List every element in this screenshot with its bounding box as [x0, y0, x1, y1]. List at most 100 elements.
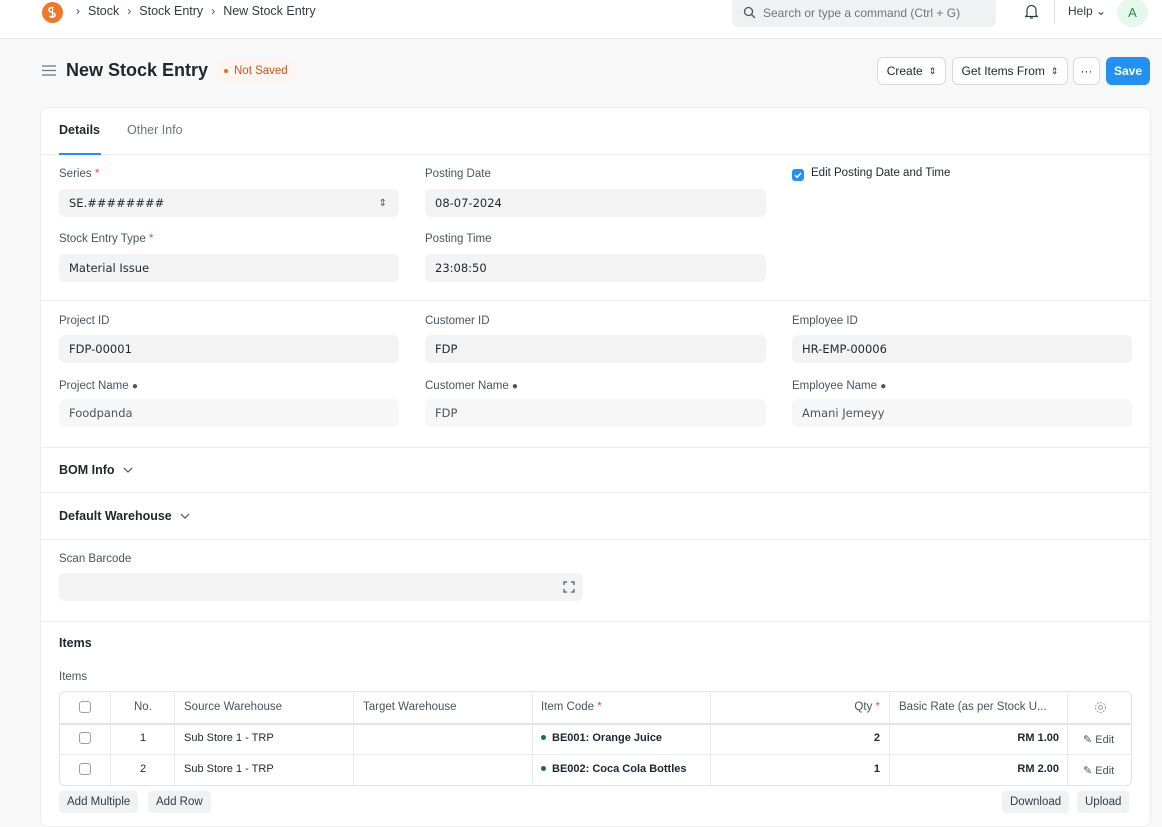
- app-logo[interactable]: [42, 2, 63, 23]
- breadcrumb-new-stock-entry[interactable]: New Stock Entry: [223, 4, 315, 18]
- breadcrumb-stock-entry[interactable]: Stock Entry: [139, 4, 203, 18]
- row-basic-rate[interactable]: RM 1.00: [899, 732, 1059, 744]
- customer-name-label: Customer Name ●: [425, 380, 518, 392]
- save-button[interactable]: Save: [1106, 57, 1150, 85]
- breadcrumb-stock[interactable]: Stock: [88, 4, 119, 18]
- employee-name-field: Amani Jemeyy: [792, 399, 1132, 427]
- item-status-dot: [541, 735, 546, 740]
- entry-type-label: Stock Entry Type *: [59, 233, 153, 245]
- sidebar-toggle-icon[interactable]: [42, 65, 56, 79]
- col-item-code: Item Code *: [541, 701, 602, 713]
- row-item-code[interactable]: BE001: Orange Juice: [541, 732, 662, 744]
- edit-posting-label: Edit Posting Date and Time: [811, 167, 951, 179]
- required-mark: *: [94, 168, 100, 180]
- row-item-code[interactable]: BE002: Coca Cola Bottles: [541, 763, 686, 775]
- header-divider: [60, 723, 1131, 725]
- col-qty-text: Qty: [854, 701, 873, 713]
- create-label: Create: [886, 64, 923, 78]
- employee-id-field[interactable]: HR-EMP-00006: [792, 335, 1132, 363]
- column-divider: [353, 692, 354, 785]
- project-name-label: Project Name ●: [59, 380, 138, 392]
- row-no: 1: [140, 732, 147, 744]
- customer-name-field: FDP: [425, 399, 766, 427]
- help-label: Help: [1068, 4, 1093, 18]
- tab-other-info[interactable]: Other Info: [127, 123, 183, 137]
- row-no: 2: [140, 763, 147, 775]
- bom-info-section-toggle[interactable]: BOM Info: [59, 463, 133, 477]
- edit-posting-checkbox[interactable]: [792, 169, 804, 181]
- required-mark: *: [875, 701, 880, 713]
- tab-details[interactable]: Details: [59, 123, 100, 137]
- add-multiple-button[interactable]: Add Multiple: [59, 791, 139, 813]
- col-target-warehouse: Target Warehouse: [363, 701, 457, 713]
- posting-date-field[interactable]: 08-07-2024: [425, 189, 766, 217]
- status-badge: Not Saved: [216, 60, 296, 82]
- scan-barcode-field[interactable]: [59, 573, 583, 601]
- row-basic-rate[interactable]: RM 2.00: [899, 763, 1059, 775]
- row-edit-button[interactable]: ✎ Edit: [1083, 764, 1114, 777]
- section-divider: [41, 621, 1150, 622]
- posting-time-label: Posting Time: [425, 233, 492, 245]
- col-qty: Qty *: [820, 701, 880, 713]
- checkmark-icon: [794, 172, 802, 179]
- pencil-icon: ✎: [1083, 734, 1093, 746]
- column-divider: [710, 692, 711, 785]
- employee-name-label: Employee Name ●: [792, 380, 886, 392]
- globe-icon: ●: [880, 381, 887, 392]
- form-card: Details Other Info Series * SE.######## ⇕…: [40, 107, 1151, 827]
- employee-id-label: Employee ID: [792, 315, 858, 327]
- status-label: Not Saved: [234, 65, 288, 77]
- series-value: SE.########: [69, 196, 165, 210]
- scan-icon[interactable]: [563, 581, 575, 593]
- row-source-warehouse[interactable]: Sub Store 1 - TRP: [184, 732, 274, 744]
- chevron-right-icon: ›: [76, 4, 80, 18]
- globe-icon: ●: [511, 381, 518, 392]
- select-all-checkbox[interactable]: [79, 701, 91, 713]
- scan-barcode-label: Scan Barcode: [59, 553, 132, 565]
- row-edit-label: Edit: [1095, 734, 1115, 746]
- default-warehouse-title: Default Warehouse: [59, 509, 172, 523]
- upload-button[interactable]: Upload: [1077, 791, 1130, 813]
- column-divider: [110, 692, 111, 785]
- row-item-code-text: BE002: Coca Cola Bottles: [552, 763, 687, 775]
- bell-icon[interactable]: [1024, 3, 1039, 23]
- add-row-button[interactable]: Add Row: [148, 791, 211, 813]
- series-label: Series *: [59, 168, 99, 180]
- help-dropdown[interactable]: Help ⌄: [1068, 4, 1106, 18]
- get-items-from-button[interactable]: Get Items From ⇕: [952, 57, 1068, 85]
- series-select[interactable]: SE.######## ⇕: [59, 189, 399, 217]
- row-checkbox[interactable]: [79, 763, 91, 775]
- project-name-label-text: Project Name: [59, 380, 129, 392]
- select-arrows-icon: ⇕: [378, 197, 387, 209]
- col-no: No.: [134, 701, 152, 713]
- search-input[interactable]: Search or type a command (Ctrl + G): [732, 0, 996, 27]
- items-table-label: Items: [59, 671, 88, 683]
- select-arrows-icon: ⇕: [1050, 65, 1059, 76]
- section-divider: [41, 492, 1150, 493]
- row-qty[interactable]: 1: [820, 763, 880, 775]
- create-button[interactable]: Create ⇕: [877, 57, 946, 85]
- row-edit-button[interactable]: ✎ Edit: [1083, 733, 1114, 746]
- row-checkbox[interactable]: [79, 732, 91, 744]
- default-warehouse-section-toggle[interactable]: Default Warehouse: [59, 509, 190, 523]
- customer-id-field[interactable]: FDP: [425, 335, 766, 363]
- row-qty[interactable]: 2: [820, 732, 880, 744]
- row-divider: [60, 754, 1131, 755]
- settings-gear-icon[interactable]: [1094, 701, 1107, 714]
- posting-date-label: Posting Date: [425, 168, 491, 180]
- entry-type-field[interactable]: Material Issue: [59, 254, 399, 282]
- globe-icon: ●: [131, 381, 138, 392]
- section-divider: [41, 300, 1150, 301]
- row-source-warehouse[interactable]: Sub Store 1 - TRP: [184, 763, 274, 775]
- section-divider: [41, 447, 1150, 448]
- col-item-code-text: Item Code: [541, 701, 595, 713]
- project-id-field[interactable]: FDP-00001: [59, 335, 399, 363]
- avatar[interactable]: A: [1117, 0, 1148, 27]
- chevron-right-icon: ›: [127, 4, 132, 18]
- download-button[interactable]: Download: [1002, 791, 1070, 813]
- col-source-warehouse: Source Warehouse: [184, 701, 283, 713]
- items-table: No. Source Warehouse Target Warehouse It…: [59, 691, 1132, 786]
- posting-time-field[interactable]: 23:08:50: [425, 254, 766, 282]
- more-actions-button[interactable]: ···: [1073, 57, 1100, 85]
- entry-type-label-text: Stock Entry Type: [59, 233, 146, 245]
